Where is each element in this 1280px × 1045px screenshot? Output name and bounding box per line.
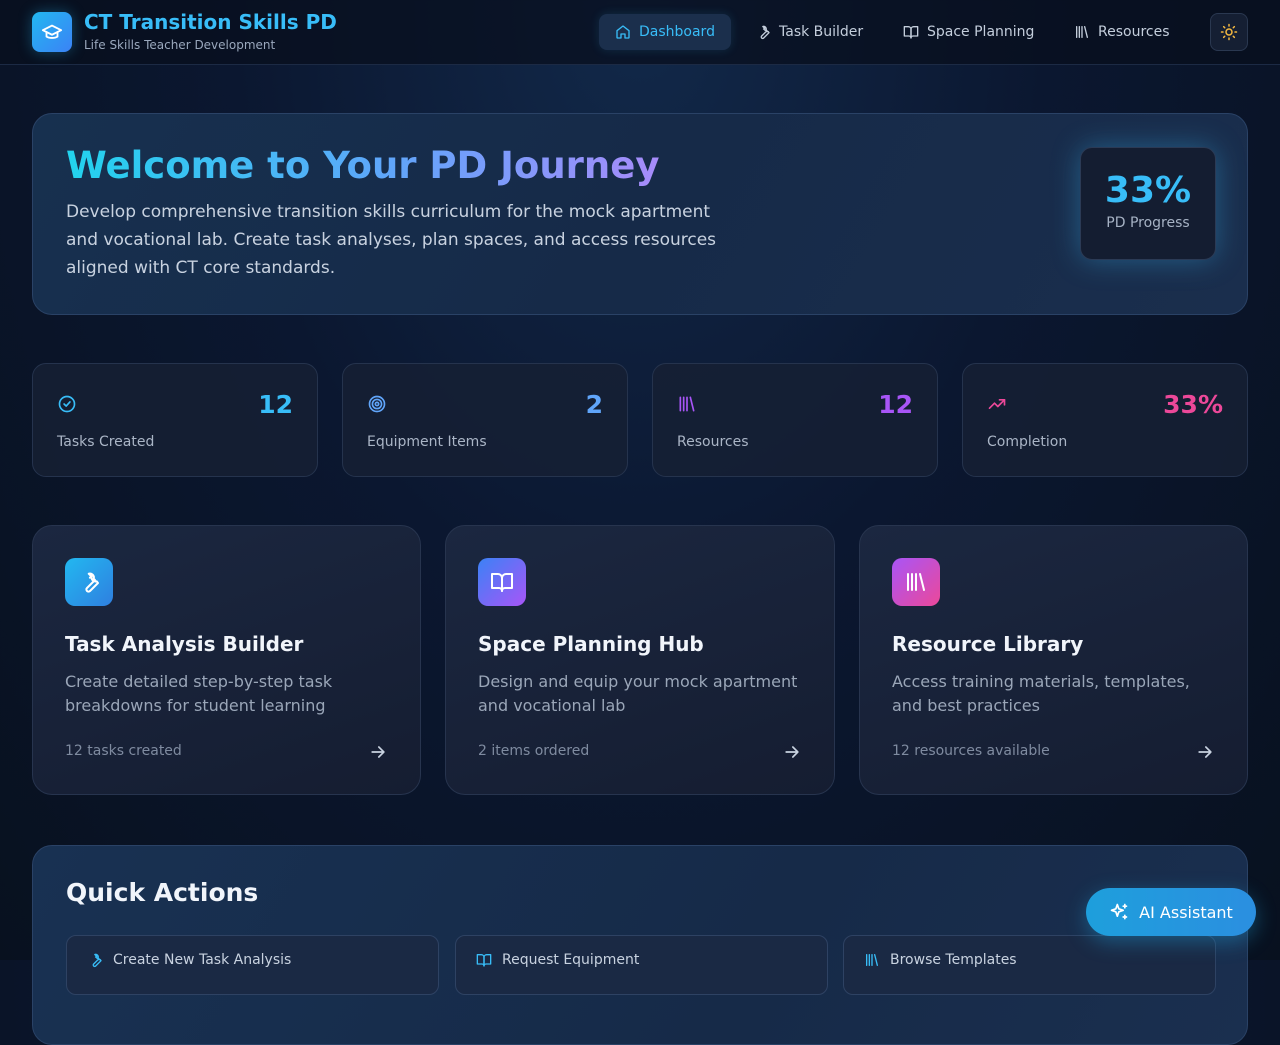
app-title: CT Transition Skills PD xyxy=(84,10,337,34)
pd-progress-label: PD Progress xyxy=(1106,215,1190,231)
arrow-right-icon[interactable] xyxy=(782,742,802,762)
stat-label: Completion xyxy=(987,434,1068,450)
stat-card-equipment: 2 Equipment Items xyxy=(342,363,628,477)
feature-title: Task Analysis Builder xyxy=(65,632,304,656)
nav-item-label: Resources xyxy=(1098,24,1170,40)
welcome-hero: Welcome to Your PD Journey Develop compr… xyxy=(32,113,1248,315)
nav-item-task-builder[interactable]: Task Builder xyxy=(739,14,879,50)
sparkles-icon xyxy=(1110,903,1128,920)
pd-progress-card: 33% PD Progress xyxy=(1080,147,1216,260)
arrow-right-icon[interactable] xyxy=(1195,742,1215,762)
arrow-right-icon[interactable] xyxy=(368,742,388,762)
nav-item-label: Space Planning xyxy=(927,24,1035,40)
feature-meta: 2 items ordered xyxy=(478,743,590,759)
stat-value: 12 xyxy=(878,390,913,419)
theme-toggle-button[interactable] xyxy=(1210,13,1248,51)
stat-card-resources: 12 Resources xyxy=(652,363,938,477)
hero-title: Welcome to Your PD Journey xyxy=(66,144,660,187)
stat-value: 33% xyxy=(1163,390,1223,419)
stat-label: Equipment Items xyxy=(367,434,487,450)
stat-value: 2 xyxy=(585,390,603,419)
target-icon xyxy=(368,395,386,413)
sun-icon xyxy=(1220,23,1238,41)
feature-title: Resource Library xyxy=(892,632,1084,656)
trending-up-icon xyxy=(988,399,1006,409)
library-icon xyxy=(892,558,940,606)
library-icon xyxy=(866,954,878,966)
wrench-icon xyxy=(760,25,770,40)
book-open-icon xyxy=(476,954,492,967)
pd-progress-value: 33% xyxy=(1104,170,1192,211)
ai-assistant-button[interactable]: AI Assistant xyxy=(1086,888,1256,936)
book-open-icon xyxy=(478,558,526,606)
quick-action-label: Request Equipment xyxy=(502,952,640,968)
feature-card-space-planning[interactable]: Space Planning Hub Design and equip your… xyxy=(445,525,835,795)
nav-item-space-planning[interactable]: Space Planning xyxy=(887,14,1050,50)
library-icon xyxy=(1076,26,1088,38)
feature-description: Access training materials, templates, an… xyxy=(892,672,1190,715)
library-icon xyxy=(679,396,695,412)
browse-templates-button[interactable]: Browse Templates xyxy=(843,935,1216,995)
feature-description: Create detailed step-by-step task breakd… xyxy=(65,672,333,715)
feature-card-task-analysis[interactable]: Task Analysis Builder Create detailed st… xyxy=(32,525,421,795)
feature-description: Design and equip your mock apartment and… xyxy=(478,672,798,715)
wrench-icon xyxy=(92,953,102,968)
hero-description: Develop comprehensive transition skills … xyxy=(66,202,717,278)
stat-label: Tasks Created xyxy=(57,434,155,450)
feature-card-resource-library[interactable]: Resource Library Access training materia… xyxy=(859,525,1248,795)
wrench-icon xyxy=(65,558,113,606)
top-navigation-bar: CT Transition Skills PD Life Skills Teac… xyxy=(0,0,1280,65)
quick-actions-panel: Quick Actions Create New Task Analysis R… xyxy=(32,845,1248,1045)
ai-assistant-label: AI Assistant xyxy=(1139,902,1233,922)
nav-item-resources[interactable]: Resources xyxy=(1058,14,1186,50)
quick-action-label: Browse Templates xyxy=(890,952,1017,968)
nav-item-label: Task Builder xyxy=(779,24,864,40)
quick-actions-title: Quick Actions xyxy=(66,878,259,907)
nav-item-label: Dashboard xyxy=(639,24,715,40)
stat-card-completion: 33% Completion xyxy=(962,363,1248,477)
request-equipment-button[interactable]: Request Equipment xyxy=(455,935,828,995)
home-icon xyxy=(616,25,630,39)
nav-item-dashboard[interactable]: Dashboard xyxy=(599,14,731,50)
feature-meta: 12 resources available xyxy=(892,743,1050,759)
stat-label: Resources xyxy=(677,434,749,450)
create-task-analysis-button[interactable]: Create New Task Analysis xyxy=(66,935,439,995)
stat-value: 12 xyxy=(258,390,293,419)
stat-card-tasks: 12 Tasks Created xyxy=(32,363,318,477)
check-circle-icon xyxy=(58,395,76,413)
feature-meta: 12 tasks created xyxy=(65,743,182,759)
feature-title: Space Planning Hub xyxy=(478,632,704,656)
graduation-cap-icon[interactable] xyxy=(32,12,72,52)
book-open-icon xyxy=(903,26,919,39)
quick-action-label: Create New Task Analysis xyxy=(113,952,292,968)
app-subtitle: Life Skills Teacher Development xyxy=(84,38,276,52)
